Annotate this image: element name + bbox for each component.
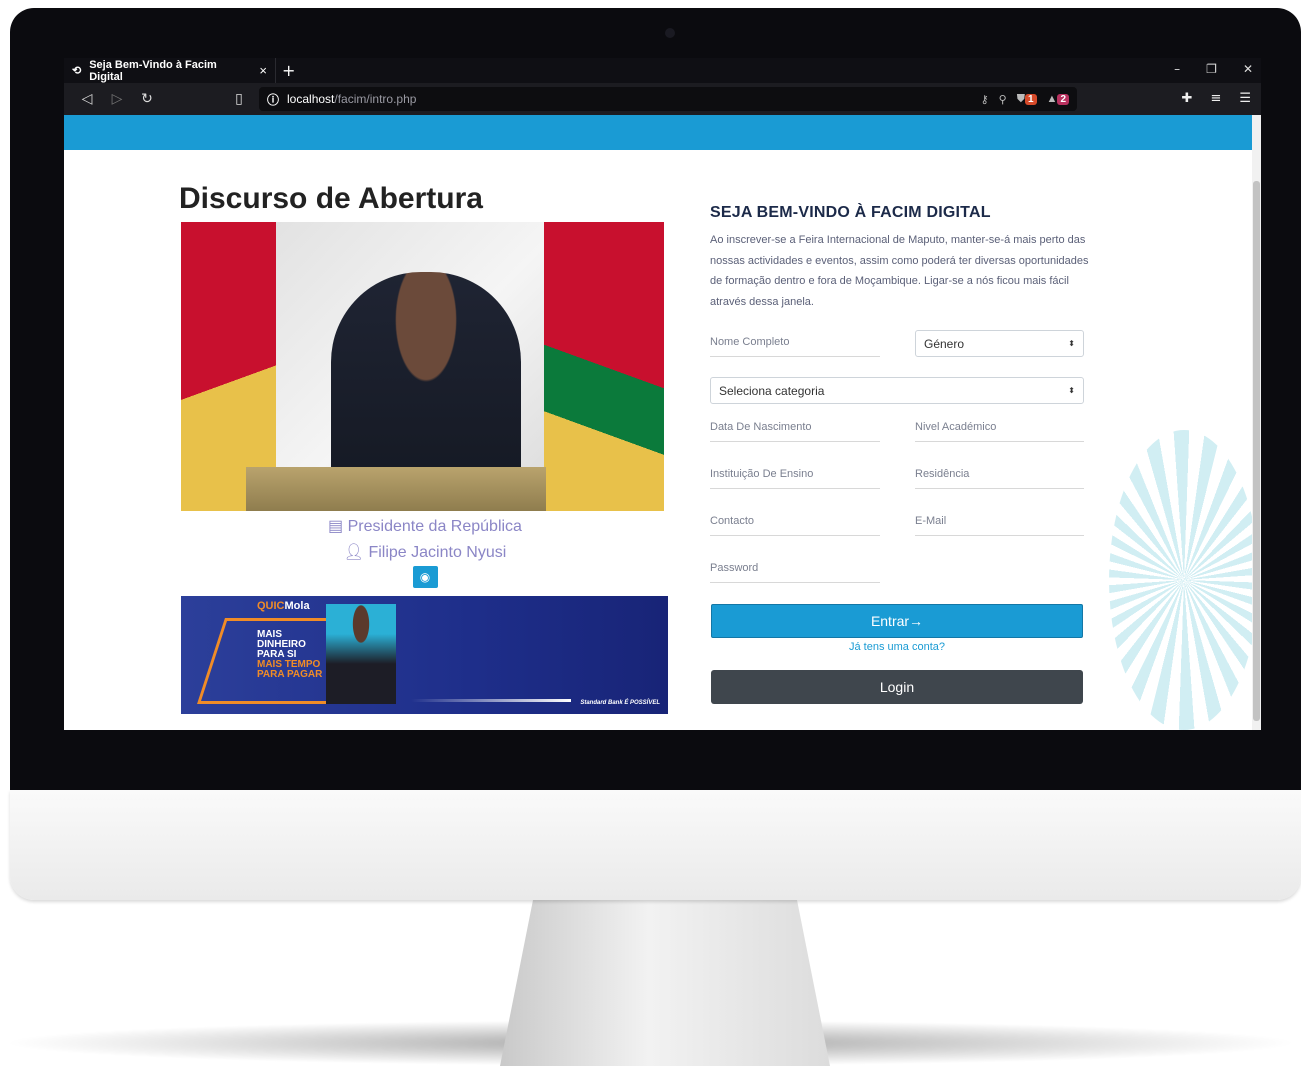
address-bar-actions: ⚷ ⚲ ⛊ 1 ▲ 2 xyxy=(981,93,1069,106)
contact-field[interactable]: Contacto xyxy=(710,509,880,536)
person-icon: 👤︎ xyxy=(343,544,369,561)
scene: ⟲ Seja Bem-Vindo à Facim Digital × + – ❐… xyxy=(0,0,1301,1066)
forward-icon[interactable]: ▷ xyxy=(102,91,132,107)
address-bar[interactable]: ⓘ localhost/facim/intro.php ⚷ ⚲ ⛊ 1 ▲ 2 xyxy=(259,87,1077,111)
left-title: Discurso de Abertura xyxy=(179,182,483,215)
ad-figure xyxy=(326,604,396,704)
decorative-swirl xyxy=(1109,430,1259,730)
bookmark-icon[interactable]: ▯ xyxy=(224,91,254,107)
category-select[interactable]: Seleciona categoria ⬍ xyxy=(710,377,1084,404)
new-tab-button[interactable]: + xyxy=(282,61,295,80)
tab-active[interactable]: ⟲ Seja Bem-Vindo à Facim Digital × xyxy=(64,58,276,83)
institution-field[interactable]: Instituição De Ensino xyxy=(710,462,880,489)
tab-bar: ⟲ Seja Bem-Vindo à Facim Digital × + – ❐… xyxy=(64,58,1261,83)
toolbar-right: ✚ ≡ ☰ xyxy=(1182,91,1251,106)
restore-button[interactable]: ❐ xyxy=(1206,62,1217,76)
nav-bar: ◁ ▷ ↻ ▯ ⓘ localhost/facim/intro.php ⚷ ⚲ … xyxy=(64,83,1261,115)
select-arrow-icon: ⬍ xyxy=(1068,339,1075,348)
site-info-icon[interactable]: ⓘ xyxy=(267,91,279,108)
flag-right xyxy=(544,222,664,511)
url-text: localhost/facim/intro.php xyxy=(287,92,417,106)
window-controls: – ❐ ✕ xyxy=(1174,62,1253,76)
form-description: Ao inscrever-se a Feira Internacional de… xyxy=(710,234,1089,308)
photo-caption: ▤ Presidente da República 👤︎ Filipe Jaci… xyxy=(181,511,669,591)
tab-close-icon[interactable]: × xyxy=(259,63,267,78)
entrar-button[interactable]: Entrar→ xyxy=(711,604,1083,638)
tab-title: Seja Bem-Vindo à Facim Digital xyxy=(89,58,217,83)
password-field[interactable]: Password xyxy=(710,556,880,583)
name-field[interactable]: Nome Completo xyxy=(710,330,880,357)
menu-icon[interactable]: ☰ xyxy=(1239,91,1251,106)
scrollbar-thumb[interactable] xyxy=(1253,181,1260,721)
zoom-icon[interactable]: ⚲ xyxy=(999,93,1007,106)
podium xyxy=(246,467,546,511)
gender-select[interactable]: Género ⬍ xyxy=(915,330,1084,357)
ad-text: MAIS DINHEIRO PARA SI MAIS TEMPO PARA PA… xyxy=(257,629,323,680)
monitor-stand xyxy=(500,900,830,1066)
login-button[interactable]: Login xyxy=(711,670,1083,704)
birthdate-field[interactable]: Data De Nascimento xyxy=(710,415,880,442)
eye-icon: ◉ xyxy=(419,570,431,584)
ad-line xyxy=(411,699,571,702)
ad-brand: QUICMola xyxy=(257,600,310,612)
email-field[interactable]: E-Mail xyxy=(915,509,1084,536)
tab-favicon-icon: ⟲ xyxy=(72,65,82,77)
residence-field[interactable]: Residência xyxy=(915,462,1084,489)
rewards-badge: 2 xyxy=(1057,94,1069,105)
have-account-link[interactable]: Já tens uma conta? xyxy=(710,641,1084,653)
ad-footer: Standard Bank É POSSÍVEL xyxy=(580,700,660,706)
minimize-button[interactable]: – xyxy=(1174,62,1180,76)
form-title: SEJA BEM-VINDO À FACIM DIGITAL xyxy=(710,204,991,221)
document-icon: ▤ xyxy=(328,518,348,535)
select-arrow-icon: ⬍ xyxy=(1068,386,1075,395)
caption-role: ▤ Presidente da República xyxy=(328,518,522,535)
shield-icon[interactable]: ⛊ 1 xyxy=(1017,93,1037,106)
ad-banner[interactable]: QUICMola MAIS DINHEIRO PARA SI MAIS TEMP… xyxy=(181,596,668,714)
page-content: Discurso de Abertura ▤ Presidente da Rep… xyxy=(64,150,1261,730)
scrollbar[interactable] xyxy=(1252,115,1261,730)
caption-name: 👤︎ Filipe Jacinto Nyusi xyxy=(343,544,507,561)
reload-icon[interactable]: ↻ xyxy=(132,91,162,107)
rewards-icon[interactable]: ▲ 2 xyxy=(1047,93,1069,105)
extensions-icon[interactable]: ✚ xyxy=(1182,91,1193,106)
academic-level-field[interactable]: Nivel Académico xyxy=(915,415,1084,442)
view-button[interactable]: ◉ xyxy=(412,566,438,588)
shield-badge: 1 xyxy=(1024,93,1037,105)
browser-window: ⟲ Seja Bem-Vindo à Facim Digital × + – ❐… xyxy=(64,58,1261,730)
camera-icon xyxy=(665,28,675,38)
close-window-button[interactable]: ✕ xyxy=(1243,62,1253,76)
president-photo xyxy=(181,222,664,511)
playlist-icon[interactable]: ≡ xyxy=(1210,91,1221,106)
key-icon[interactable]: ⚷ xyxy=(981,93,989,106)
back-icon[interactable]: ◁ xyxy=(72,91,102,107)
monitor-chin xyxy=(10,790,1301,900)
site-header-bar xyxy=(64,115,1261,150)
